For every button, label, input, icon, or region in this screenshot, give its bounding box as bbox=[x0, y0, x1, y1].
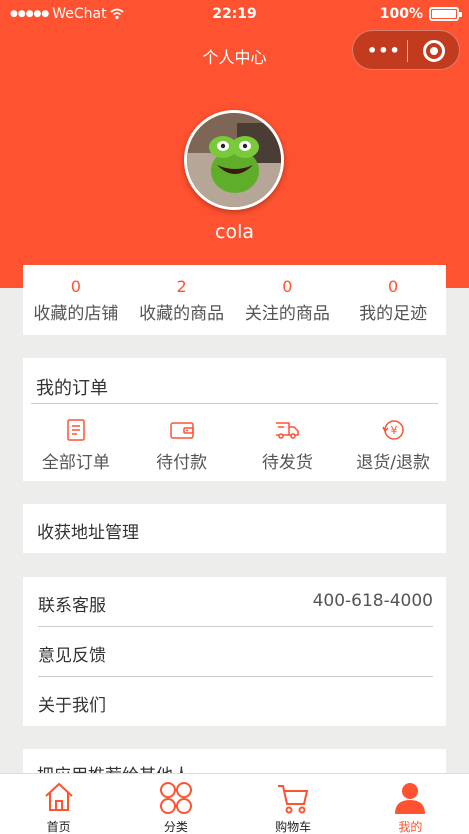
my-orders-card: 我的订单 全部订单 待付款 待发货 ¥ 退货/退款 bbox=[23, 358, 446, 481]
battery-percent: 100% bbox=[379, 6, 423, 22]
order-status-list: 全部订单 待付款 待发货 ¥ 退货/退款 bbox=[23, 418, 446, 473]
order-refund[interactable]: ¥ 退货/退款 bbox=[340, 418, 446, 473]
order-list-icon bbox=[23, 418, 129, 444]
tab-cart[interactable]: 购物车 bbox=[235, 774, 352, 834]
feedback-label: 意见反馈 bbox=[38, 646, 106, 666]
mini-program-capsule: ••• bbox=[352, 30, 460, 70]
home-icon bbox=[0, 780, 117, 816]
stat-favorite-products[interactable]: 2 收藏的商品 bbox=[129, 265, 235, 335]
tab-mine-label: 我的 bbox=[398, 820, 423, 834]
order-pending-shipment[interactable]: 待发货 bbox=[235, 418, 341, 473]
status-bar: ●●●●● WeChat 22:19 100% bbox=[0, 0, 469, 30]
contact-phone[interactable]: 400-618-4000 bbox=[313, 591, 433, 611]
stat-count: 0 bbox=[282, 277, 293, 296]
tab-cart-label: 购物车 bbox=[275, 820, 312, 834]
stat-label: 收藏的商品 bbox=[139, 304, 225, 324]
wallet-icon bbox=[129, 418, 235, 444]
svg-text:¥: ¥ bbox=[391, 424, 398, 437]
address-management[interactable]: 收获地址管理 bbox=[23, 504, 446, 553]
orders-title[interactable]: 我的订单 bbox=[36, 374, 108, 400]
tab-category[interactable]: 分类 bbox=[117, 774, 234, 834]
tab-mine[interactable]: 我的 bbox=[352, 774, 469, 834]
avatar-image bbox=[187, 113, 281, 207]
battery-icon bbox=[429, 7, 462, 21]
capsule-divider bbox=[407, 40, 408, 62]
stat-count: 0 bbox=[388, 277, 399, 296]
category-icon bbox=[117, 780, 234, 816]
more-menu-icon[interactable]: ••• bbox=[367, 41, 401, 60]
stat-count: 0 bbox=[70, 277, 81, 296]
tab-home-label: 首页 bbox=[46, 820, 71, 834]
about-row[interactable]: 关于我们 bbox=[23, 677, 446, 727]
stats-card: 0 收藏的店铺 2 收藏的商品 0 关注的商品 0 我的足迹 bbox=[23, 265, 446, 335]
stat-label: 关注的商品 bbox=[244, 304, 330, 324]
avatar[interactable] bbox=[184, 110, 284, 210]
service-card: 联系客服 400-618-4000 意见反馈 关于我们 bbox=[23, 577, 446, 726]
tab-home[interactable]: 首页 bbox=[0, 774, 117, 834]
stat-followed-products[interactable]: 0 关注的商品 bbox=[235, 265, 341, 335]
feedback-row[interactable]: 意见反馈 bbox=[23, 627, 446, 677]
profile-header: 个人中心 ••• cola bbox=[0, 30, 469, 288]
tab-category-label: 分类 bbox=[163, 820, 188, 834]
order-all-label: 全部订单 bbox=[41, 453, 110, 473]
refund-icon: ¥ bbox=[340, 418, 446, 444]
contact-service-row[interactable]: 联系客服 400-618-4000 bbox=[23, 577, 446, 627]
about-label: 关于我们 bbox=[38, 696, 106, 716]
order-pending-payment[interactable]: 待付款 bbox=[129, 418, 235, 473]
stat-label: 我的足迹 bbox=[359, 304, 428, 324]
bottom-tab-bar: 首页 分类 购物车 我的 bbox=[0, 773, 469, 834]
order-refund-label: 退货/退款 bbox=[356, 453, 430, 473]
contact-service-label: 联系客服 bbox=[38, 596, 106, 616]
order-all[interactable]: 全部订单 bbox=[23, 418, 129, 473]
cart-icon bbox=[235, 780, 352, 816]
address-label: 收获地址管理 bbox=[37, 523, 139, 543]
battery-status: 100% bbox=[379, 6, 462, 22]
stat-footprints[interactable]: 0 我的足迹 bbox=[340, 265, 446, 335]
username: cola bbox=[215, 221, 254, 243]
order-pending-payment-label: 待付款 bbox=[156, 453, 208, 473]
delivery-truck-icon bbox=[235, 418, 341, 444]
order-pending-shipment-label: 待发货 bbox=[261, 453, 313, 473]
stat-favorite-shops[interactable]: 0 收藏的店铺 bbox=[23, 265, 129, 335]
close-program-icon[interactable] bbox=[423, 40, 445, 62]
stat-count: 2 bbox=[176, 277, 187, 296]
stat-label: 收藏的店铺 bbox=[33, 304, 119, 324]
user-icon bbox=[352, 780, 469, 816]
orders-divider bbox=[31, 403, 438, 404]
